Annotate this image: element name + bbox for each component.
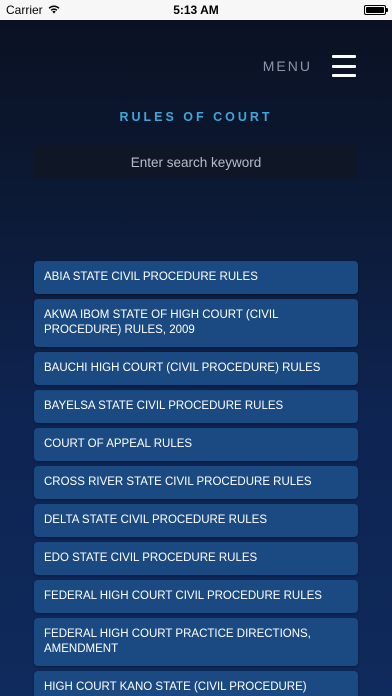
rule-list-item[interactable]: COURT OF APPEAL RULES — [34, 428, 358, 461]
menu-row: MENU — [263, 55, 356, 77]
rule-list-item[interactable]: EDO STATE CIVIL PROCEDURE RULES — [34, 542, 358, 575]
rule-list-item[interactable]: HIGH COURT KANO STATE (CIVIL PROCEDURE) … — [34, 671, 358, 696]
hamburger-bar — [332, 64, 356, 68]
rules-list: ABIA STATE CIVIL PROCEDURE RULES AKWA IBO… — [34, 261, 358, 696]
app-screen: Carrier 5:13 AM MENU RULES OF COURT AB — [0, 0, 392, 696]
rule-list-item[interactable]: FEDERAL HIGH COURT CIVIL PROCEDURE RULES — [34, 580, 358, 613]
rule-list-item[interactable]: BAUCHI HIGH COURT (CIVIL PROCEDURE) RULE… — [34, 352, 358, 385]
status-bar: Carrier 5:13 AM — [0, 0, 392, 20]
status-right — [364, 5, 388, 15]
rule-list-item[interactable]: DELTA STATE CIVIL PROCEDURE RULES — [34, 504, 358, 537]
rule-list-item[interactable]: BAYELSA STATE CIVIL PROCEDURE RULES — [34, 390, 358, 423]
page-title: RULES OF COURT — [119, 110, 273, 124]
wifi-icon — [47, 3, 61, 17]
menu-label[interactable]: MENU — [263, 58, 312, 74]
hamburger-icon[interactable] — [332, 55, 356, 77]
rule-list-item[interactable]: AKWA IBOM STATE OF HIGH COURT (CIVIL PRO… — [34, 299, 358, 347]
search-input[interactable] — [34, 146, 358, 178]
hamburger-bar — [332, 55, 356, 58]
battery-level — [366, 7, 384, 13]
carrier-label: Carrier — [6, 3, 43, 17]
rule-list-item[interactable]: ABIA STATE CIVIL PROCEDURE RULES — [34, 261, 358, 294]
hamburger-bar — [332, 74, 356, 77]
rule-list-item[interactable]: CROSS RIVER STATE CIVIL PROCEDURE RULES — [34, 466, 358, 499]
status-left: Carrier — [6, 3, 61, 17]
battery-icon — [364, 5, 388, 15]
rule-list-item[interactable]: FEDERAL HIGH COURT PRACTICE DIRECTIONS, … — [34, 618, 358, 666]
